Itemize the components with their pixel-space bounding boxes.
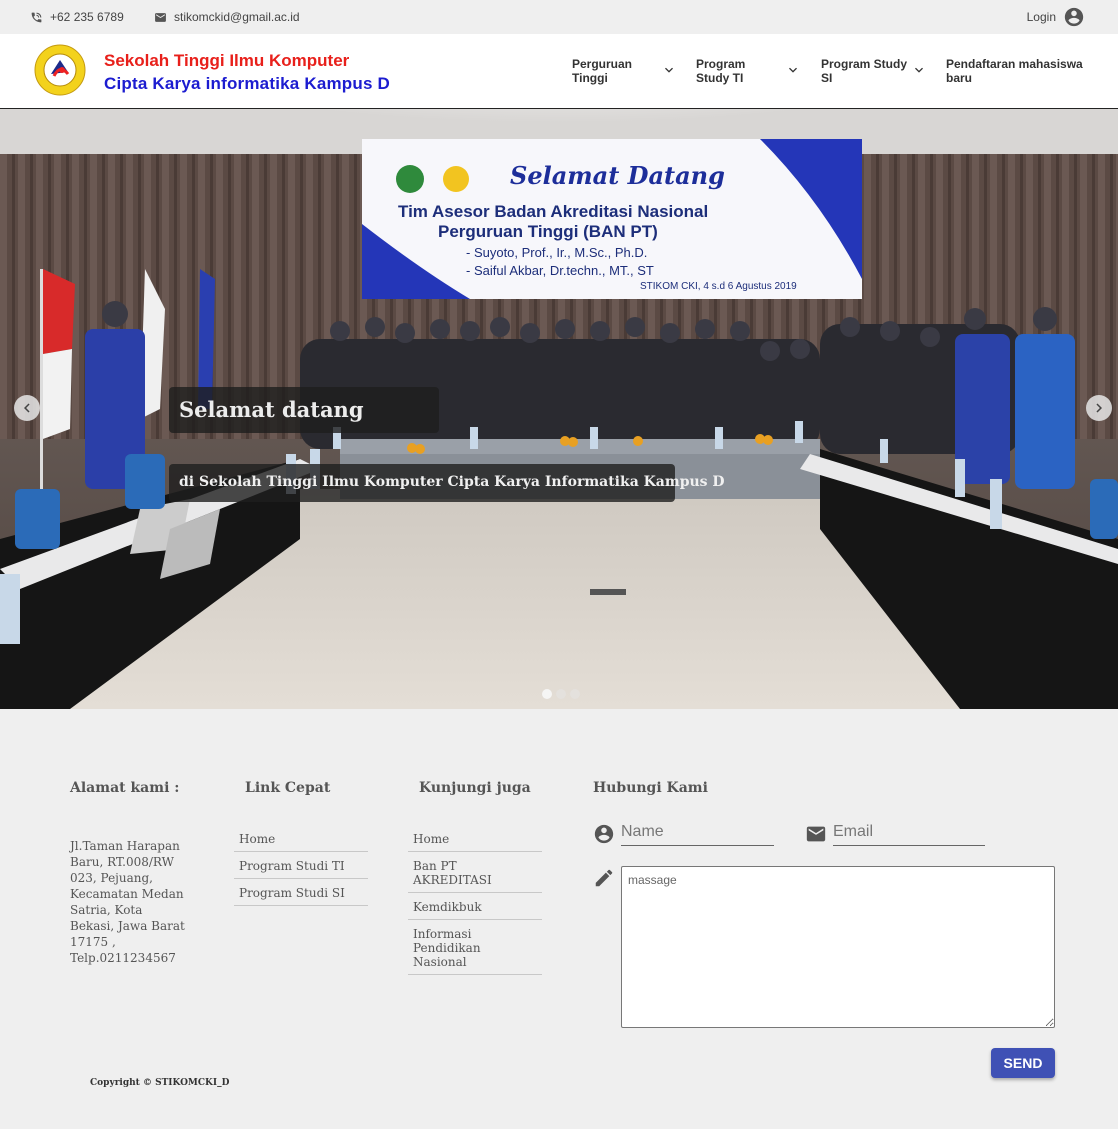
quick-links-list: Home Program Studi TI Program Studi SI [234,825,368,906]
mail-icon [155,12,166,22]
nav-label-line2: SI [821,71,833,85]
login-button[interactable]: Login [1027,6,1085,28]
mail-icon [806,826,826,842]
site-header: Sekolah Tinggi Ilmu Komputer Cipta Karya… [0,34,1118,109]
quick-link-program-ti[interactable]: Program Studi TI [234,852,368,879]
visit-link-banpt[interactable]: Ban PT AKREDITASI [408,852,542,893]
nav-label-line1: Program Study [821,57,908,71]
carousel-prev-button[interactable] [14,395,40,421]
nav-pendaftaran[interactable]: Pendaftaran mahasiswa baru [946,57,1083,85]
name-field[interactable] [621,820,774,846]
nav-label-line1: Program [696,57,746,71]
account-circle-icon [1064,7,1084,27]
quick-link-home[interactable]: Home [234,825,368,852]
banner-line5: STIKOM CKI, 4 s.d 6 Agustus 2019 [640,281,797,292]
chevron-down-icon[interactable] [661,62,677,78]
nav-program-study-si[interactable]: Program Study SI [821,57,907,85]
top-contact-bar: +62 235 6789 stikomckid@gmail.ac.id Logi… [0,0,1118,34]
email-address: stikomckid@gmail.ac.id [174,10,300,24]
nav-program-study-ti[interactable]: Program Study TI [696,57,745,85]
site-title-line2: Cipta Karya informatika Kampus D [104,74,391,93]
banner-line1: Tim Asesor Badan Akreditasi Nasional [398,202,708,221]
banner-welcome: Selamat Datang [510,161,725,190]
welcome-banner: Selamat Datang Tim Asesor Badan Akredita… [362,139,862,299]
quick-links-heading: Link Cepat [245,780,331,796]
visit-heading: Kunjungi juga [419,780,531,796]
quick-link-program-si[interactable]: Program Studi SI [234,879,368,906]
chevron-left-icon [24,403,30,413]
login-label: Login [1026,10,1056,24]
slide-caption-title: Selamat datang [169,387,439,433]
account-circle-icon [594,824,614,844]
carousel-indicators [542,689,580,699]
carousel-dot-2[interactable] [556,689,566,699]
email-contact: stikomckid@gmail.ac.id [154,10,300,24]
phone-contact: +62 235 6789 [30,10,124,24]
visit-links-list: Home Ban PT AKREDITASI Kemdikbuk Informa… [408,825,542,975]
nav-perguruan-tinggi[interactable]: Perguruan Tinggi [572,57,632,85]
slide-caption-text: di Sekolah Tinggi Ilmu Komputer Cipta Ka… [169,464,725,502]
phone-icon [31,12,42,22]
hero-slide-photo: Selamat Datang Tim Asesor Badan Akredita… [0,109,1118,709]
pencil-icon [595,869,613,887]
carousel-next-button[interactable] [1086,395,1112,421]
chevron-down-icon[interactable] [785,62,801,78]
phone-number: +62 235 6789 [50,10,124,24]
message-textarea[interactable] [621,866,1055,1028]
email-input[interactable] [833,820,985,844]
nav-label-line1: Perguruan [572,57,633,71]
banner-line2: Perguruan Tinggi (BAN PT) [438,222,658,241]
email-field[interactable] [833,820,985,846]
nav-label-line1: Pendaftaran mahasiswa [946,57,1083,71]
nav-label-line2: Study TI [696,71,744,85]
address-heading: Alamat kami : [70,780,180,796]
carousel-dot-3[interactable] [570,689,580,699]
contact-heading: Hubungi Kami [593,780,708,796]
nav-label-line2: Tinggi [572,71,608,85]
send-button[interactable]: SEND [991,1048,1055,1078]
address-text: Jl.Taman Harapan Baru, RT.008/RW 023, Pe… [70,839,185,965]
chevron-right-icon [1096,403,1102,413]
banner-line3: - Suyoto, Prof., Ir., M.Sc., Ph.D. [466,245,647,260]
visit-link-home[interactable]: Home [408,825,542,852]
visit-link-kemdikbuk[interactable]: Kemdikbuk [408,893,542,920]
visit-link-info-pendidikan[interactable]: Informasi Pendidikan Nasional [408,920,542,975]
site-title-line1: Sekolah Tinggi Ilmu Komputer [104,51,350,70]
copyright-text: Copyright © STIKOMCKI_D [90,1078,230,1088]
nav-label-line2: baru [946,71,973,85]
banner-line4: - Saiful Akbar, Dr.techn., MT., ST [466,263,654,278]
carousel-dot-1[interactable] [542,689,552,699]
hero-carousel[interactable]: Selamat Datang Tim Asesor Badan Akredita… [0,109,1118,709]
college-logo[interactable] [34,44,86,96]
name-input[interactable] [621,820,774,844]
chevron-down-icon[interactable] [911,62,927,78]
